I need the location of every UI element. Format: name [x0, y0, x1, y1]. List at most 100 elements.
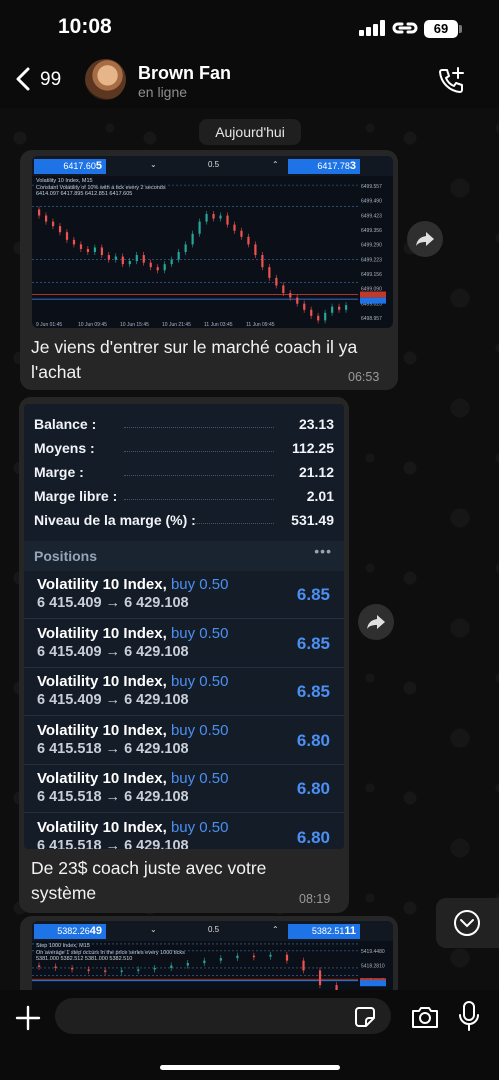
price-tick-label: 5419.4480	[361, 949, 385, 955]
add-call-icon[interactable]	[436, 66, 466, 96]
candle	[296, 297, 299, 304]
candle	[38, 965, 41, 967]
dotted-leader	[124, 451, 274, 452]
position-prices: 6 415.409 → 6 429.108	[37, 643, 189, 660]
account-row-value: 531.49	[291, 512, 334, 528]
account-row: Niveau de la marge (%) : 531.49	[34, 510, 334, 534]
lot-size: 0.5	[208, 160, 220, 169]
candle	[338, 306, 341, 310]
account-row-label: Niveau de la marge (%) :	[34, 512, 196, 528]
symbol-text: Volatility 10 Index,	[37, 818, 167, 836]
dotted-leader	[124, 499, 274, 500]
positions-title: Positions	[34, 548, 98, 564]
candle	[331, 306, 334, 313]
microphone-icon[interactable]	[458, 1000, 480, 1032]
chart-screenshot[interactable]: 5382.2649 ⌄ 0.5 ⌃ 5382.5111 Step 1000 In…	[32, 921, 393, 990]
account-row-value: 21.12	[298, 464, 334, 480]
candle	[310, 309, 313, 316]
candle	[191, 233, 194, 245]
chevron-down-circle-icon	[454, 910, 480, 936]
symbol-text: Volatility 10 Index,	[37, 673, 167, 690]
position-row[interactable]: Volatility 10 Index, buy 0.50 6 415.518 →…	[24, 717, 344, 765]
time-tick-label: 11 Jun 09:45	[246, 322, 275, 328]
position-row[interactable]: Volatility 10 Index, buy 0.50 6 415.409 →…	[24, 668, 344, 716]
buy-price-tag	[360, 980, 386, 987]
position-profit: 6.80	[296, 827, 330, 847]
symbol-text: Volatility 10 Index,	[37, 721, 167, 739]
contact-status: en ligne	[138, 84, 188, 100]
candle	[233, 224, 236, 231]
dotted-leader	[124, 427, 274, 428]
avatar[interactable]	[85, 59, 126, 100]
sell-price-tag	[360, 291, 386, 298]
position-symbol: Volatility 10 Index, buy 0.50	[37, 819, 228, 836]
candle	[219, 215, 222, 219]
position-row[interactable]: Volatility 10 Index, buy 0.50 6 415.409 →…	[24, 571, 344, 619]
candle	[317, 315, 320, 321]
position-prices: 6 415.409 → 6 429.108	[37, 595, 189, 611]
position-symbol: Volatility 10 Index, buy 0.50	[37, 576, 228, 593]
candle	[120, 970, 123, 972]
time-tick-label: 9 Jun 01:45	[36, 322, 62, 328]
price-tick-label: 6498.957	[361, 316, 382, 322]
price-tick-label: 6499.223	[361, 257, 382, 263]
position-prices: 6 415.518 → 6 429.108	[37, 740, 189, 757]
candle	[153, 967, 156, 970]
chevron-up-icon[interactable]: ⌃	[272, 160, 279, 169]
position-profit: 6.80	[296, 730, 330, 750]
position-symbol: Volatility 10 Index, buy 0.50	[37, 722, 228, 739]
candle	[142, 255, 145, 263]
candle	[79, 244, 83, 249]
candle	[170, 259, 173, 265]
candle	[212, 214, 215, 219]
plus-icon[interactable]	[14, 1004, 42, 1032]
account-row-label: Moyens :	[34, 440, 95, 456]
position-prices: 6 415.409 → 6 429.108	[37, 692, 189, 708]
candle	[184, 244, 187, 252]
forward-button[interactable]	[358, 604, 394, 640]
position-row[interactable]: Volatility 10 Index, buy 0.50 6 415.518 →…	[24, 765, 344, 813]
price-tick-label: 6499.290	[361, 243, 382, 249]
candle	[275, 277, 278, 286]
candle	[128, 261, 131, 265]
candle	[38, 209, 41, 216]
price-tick-label: 6499.423	[361, 213, 382, 219]
account-row: Marge : 21.12	[34, 462, 334, 486]
position-row[interactable]: Volatility 10 Index, buy 0.50 6 415.409 →…	[24, 620, 344, 668]
position-row[interactable]: Volatility 10 Index, buy 0.50 6 415.518 →…	[24, 814, 344, 850]
chevron-up-icon[interactable]: ⌃	[272, 925, 279, 934]
message-time: 06:53	[348, 370, 380, 384]
account-row: Moyens : 112.25	[34, 438, 334, 462]
dotted-leader	[124, 475, 274, 476]
account-summary-screenshot[interactable]: Balance : 23.13 Moyens : 112.25 Marge : 21.12…	[24, 404, 344, 849]
chevron-down-icon[interactable]: ⌄	[150, 925, 157, 934]
wifi-link-icon	[392, 22, 418, 34]
candle	[289, 293, 292, 298]
time-tick-label: 10 Jun 21:45	[162, 322, 191, 328]
position-side: buy 0.50	[170, 576, 229, 593]
chart-screenshot[interactable]: 6417.605 ⌄ 0.5 ⌃ 6417.783 Volatility 10 …	[32, 156, 393, 328]
candle	[114, 256, 117, 260]
positions-header: Positions •••	[24, 541, 344, 571]
candle	[104, 970, 107, 972]
position-side: buy 0.50	[170, 673, 229, 690]
unread-count[interactable]: 99	[40, 69, 61, 91]
message-input[interactable]	[55, 998, 391, 1034]
chevron-down-icon[interactable]: ⌄	[150, 160, 157, 169]
candle	[282, 285, 285, 294]
contact-name[interactable]: Brown Fan	[138, 63, 231, 84]
camera-icon[interactable]	[410, 1004, 440, 1030]
back-chevron-icon[interactable]	[14, 66, 32, 92]
position-profit: 6.85	[296, 682, 330, 701]
candle	[345, 305, 348, 310]
message-text: Je viens d'entrer sur le marché coach il…	[31, 337, 358, 382]
position-side: buy 0.50	[170, 624, 229, 642]
account-row-value: 23.13	[298, 416, 334, 432]
candle	[163, 264, 166, 271]
sticker-icon[interactable]	[354, 1006, 376, 1028]
price-tick-label: 6499.356	[361, 228, 382, 234]
candle	[252, 955, 256, 958]
scroll-down-button[interactable]	[436, 898, 499, 948]
more-options-icon[interactable]: •••	[314, 543, 332, 559]
forward-button[interactable]	[407, 221, 443, 257]
